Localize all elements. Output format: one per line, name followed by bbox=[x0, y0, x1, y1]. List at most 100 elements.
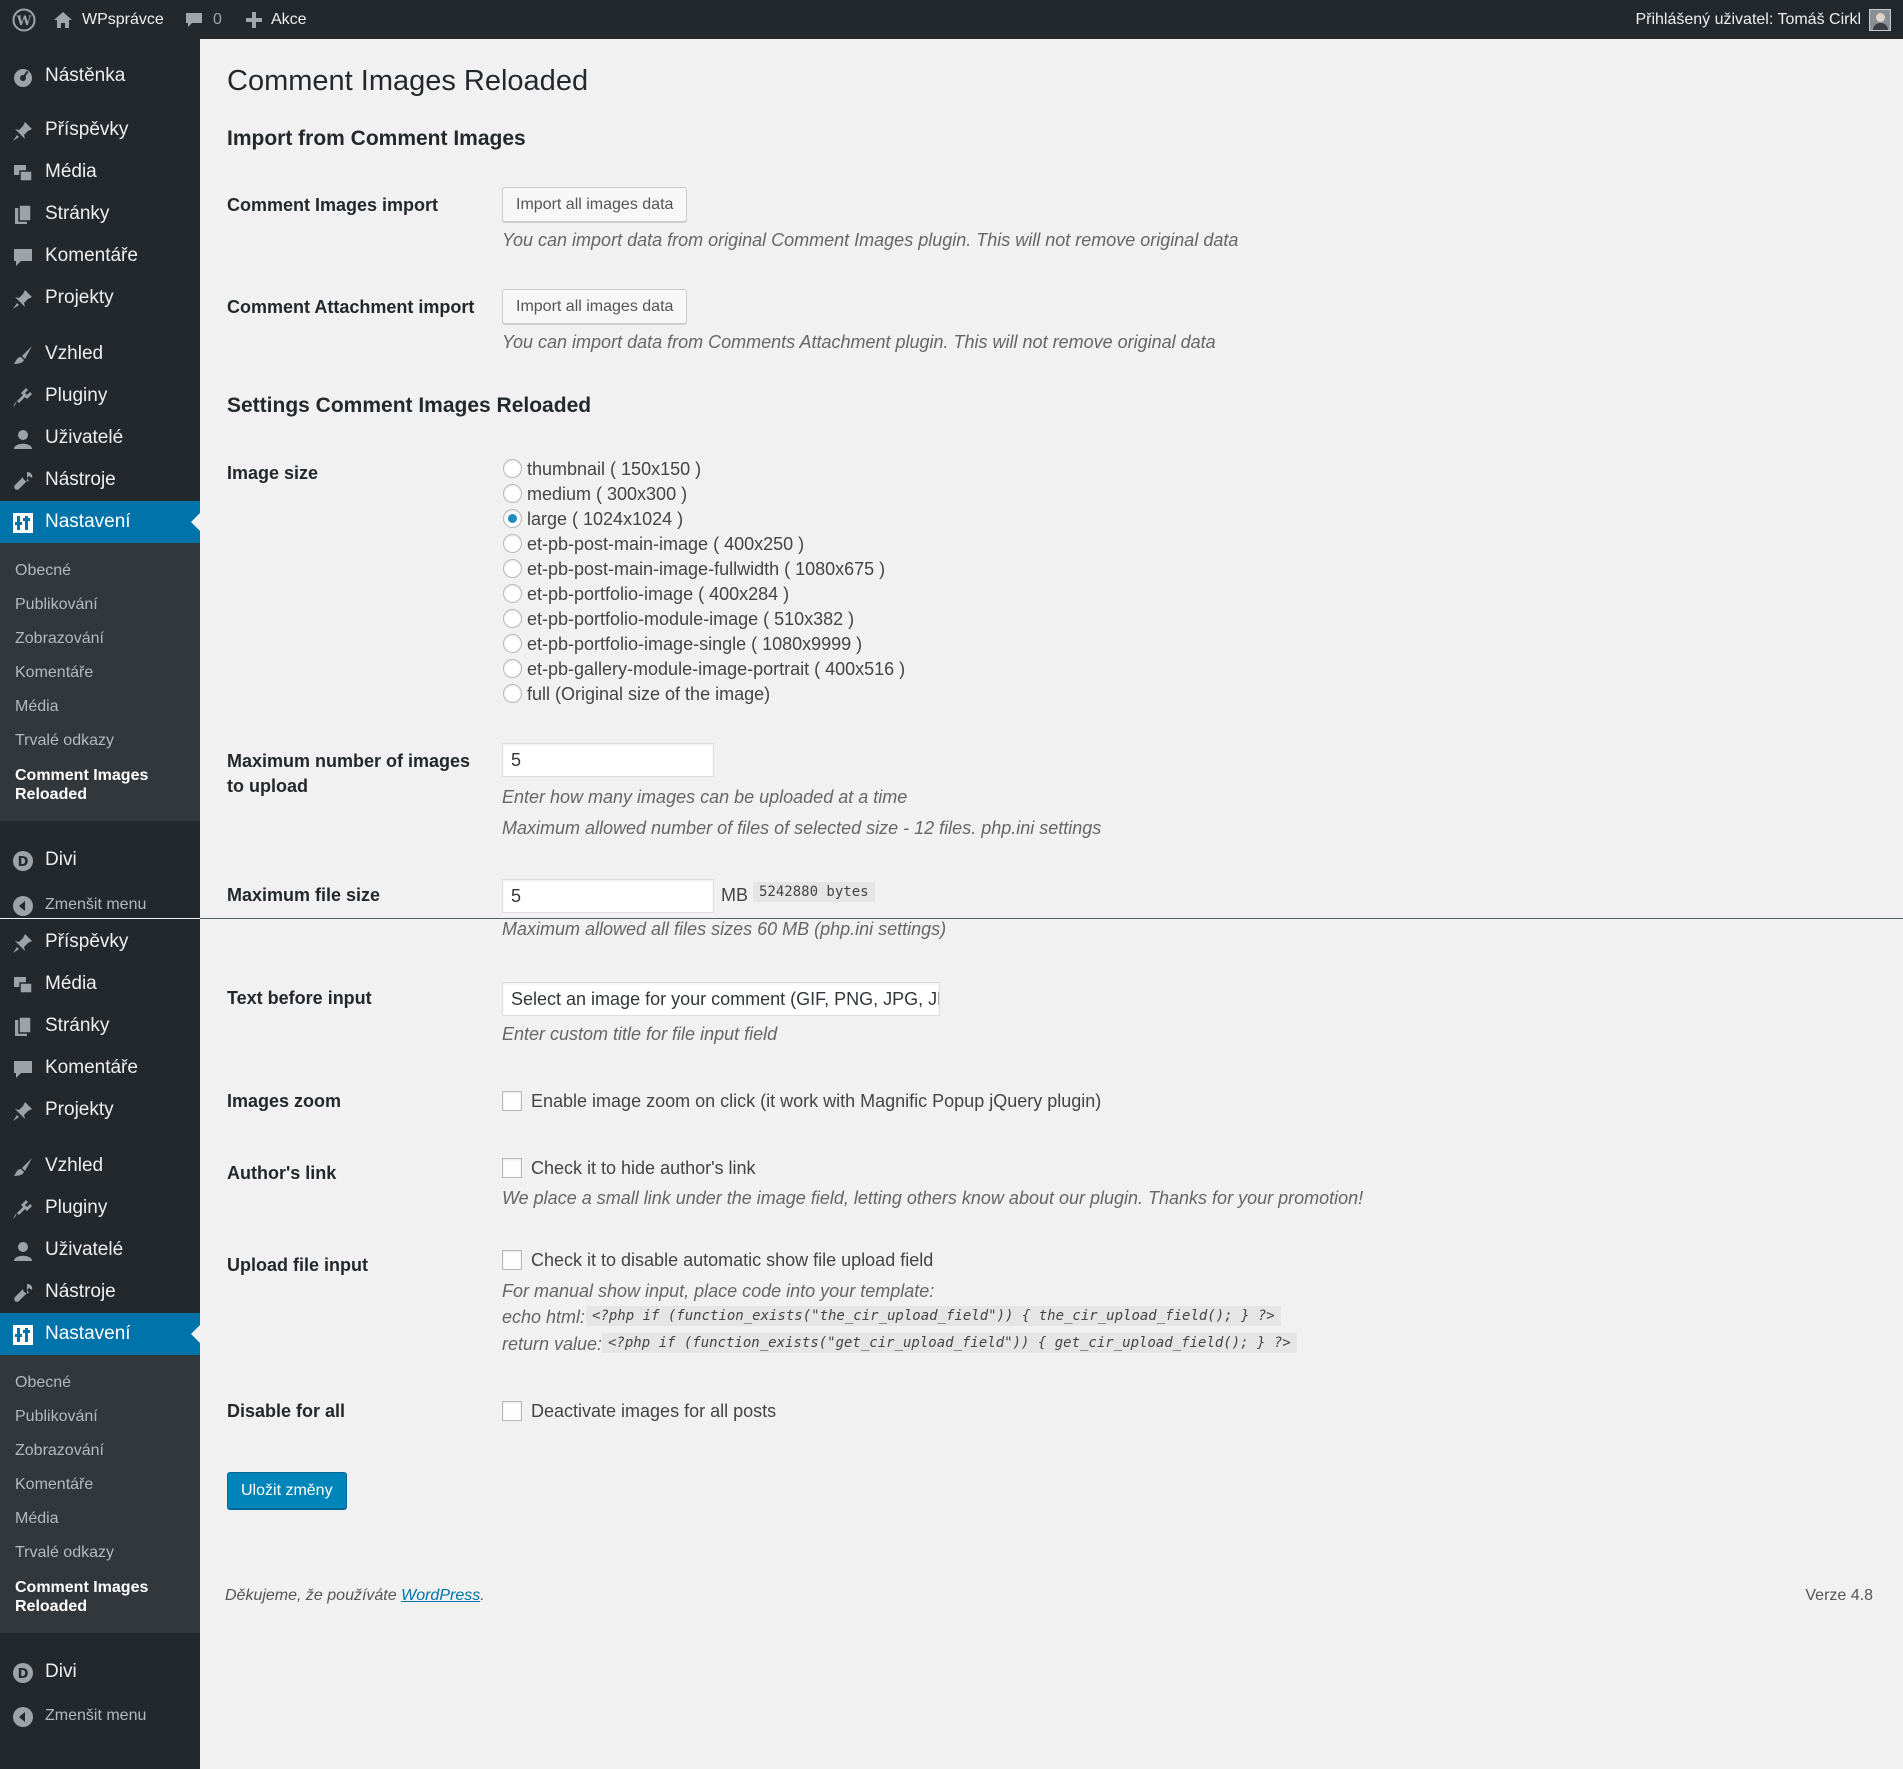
menu-item-appearance[interactable]: Vzhled bbox=[0, 333, 200, 375]
menu-item-divi[interactable]: D Divi bbox=[0, 839, 200, 881]
collapse-menu-button[interactable]: Zmenšit menu bbox=[0, 1695, 200, 1737]
menu-label: Nástroje bbox=[45, 1281, 116, 1302]
image-size-radio[interactable] bbox=[503, 584, 522, 603]
submenu-item-media[interactable]: Média bbox=[15, 698, 59, 716]
menu-item-projects[interactable]: Projekty bbox=[0, 277, 200, 319]
menu-item-divi[interactable]: D Divi bbox=[0, 1651, 200, 1693]
authors-link-label: Author's link bbox=[227, 1163, 337, 1183]
image-size-radio[interactable] bbox=[503, 559, 522, 578]
menu-item-pages[interactable]: Stránky bbox=[0, 193, 200, 235]
submenu-item-comment-images-reloaded[interactable]: Comment Images Reloaded bbox=[15, 766, 185, 804]
ci-import-description: You can import data from original Commen… bbox=[502, 230, 1239, 250]
menu-item-plugins[interactable]: Pluginy bbox=[0, 1187, 200, 1229]
svg-text:D: D bbox=[18, 1667, 29, 1682]
menu-item-pages[interactable]: Stránky bbox=[0, 1005, 200, 1047]
wordpress-logo-icon[interactable]: W bbox=[12, 0, 36, 39]
disable-for-all-checkbox[interactable] bbox=[502, 1401, 522, 1421]
submenu-item-general[interactable]: Obecné bbox=[15, 562, 71, 580]
submenu-item-permalinks[interactable]: Trvalé odkazy bbox=[15, 732, 114, 750]
menu-item-tools[interactable]: Nástroje bbox=[0, 1271, 200, 1313]
site-name-link[interactable]: WPsprávce bbox=[53, 0, 164, 39]
upload-file-input-checkbox[interactable] bbox=[502, 1250, 522, 1270]
comments-link[interactable]: 0 bbox=[184, 0, 222, 39]
submenu-item-writing[interactable]: Publikování bbox=[15, 1408, 98, 1426]
submenu-item-media[interactable]: Média bbox=[15, 1510, 59, 1528]
max-images-description: Enter how many images can be uploaded at… bbox=[502, 787, 908, 807]
plugin-icon bbox=[12, 1198, 34, 1220]
menu-item-users[interactable]: Uživatelé bbox=[0, 1229, 200, 1271]
image-size-radio[interactable] bbox=[503, 459, 522, 478]
import-heading: Import from Comment Images bbox=[227, 127, 526, 150]
menu-item-settings[interactable]: Nastavení bbox=[0, 1313, 200, 1355]
submenu-item-discussion[interactable]: Komentáře bbox=[15, 664, 93, 682]
menu-item-appearance[interactable]: Vzhled bbox=[0, 1145, 200, 1187]
submenu-item-writing[interactable]: Publikování bbox=[15, 596, 98, 614]
submenu-item-reading[interactable]: Zobrazování bbox=[15, 630, 104, 648]
footer-version: Verze 4.8 bbox=[1805, 1587, 1873, 1604]
images-zoom-checkbox[interactable] bbox=[502, 1091, 522, 1111]
image-size-radio[interactable] bbox=[503, 684, 522, 703]
ci-import-button[interactable]: Import all images data bbox=[502, 187, 688, 222]
main-content-bottom: Maximum allowed all files sizes 60 MB (p… bbox=[200, 919, 1903, 1769]
ca-import-label: Comment Attachment import bbox=[227, 297, 475, 317]
footer-thanks: Děkujeme, že používáte WordPress. bbox=[225, 1587, 485, 1605]
image-size-option-label: et-pb-post-main-image ( 400x250 ) bbox=[527, 534, 805, 554]
pages-icon bbox=[12, 1016, 34, 1038]
submenu-item-reading[interactable]: Zobrazování bbox=[15, 1442, 104, 1460]
image-size-label: Image size bbox=[227, 463, 319, 483]
image-size-option-label: et-pb-portfolio-image-single ( 1080x9999… bbox=[527, 634, 863, 654]
menu-label: Stránky bbox=[45, 203, 110, 224]
user-icon bbox=[12, 428, 34, 450]
text-before-description: Enter custom title for file input field bbox=[502, 1024, 778, 1044]
user-account-link[interactable]: Přihlášený uživatel: Tomáš Cirkl bbox=[1635, 0, 1891, 39]
submenu-item-permalinks[interactable]: Trvalé odkazy bbox=[15, 1544, 114, 1562]
menu-item-settings[interactable]: Nastavení bbox=[0, 501, 200, 543]
image-size-radio[interactable] bbox=[503, 659, 522, 678]
authors-link-checkbox[interactable] bbox=[502, 1158, 522, 1178]
plus-icon bbox=[246, 11, 262, 28]
pushpin-icon bbox=[12, 932, 34, 954]
menu-item-media[interactable]: Média bbox=[0, 151, 200, 193]
collapse-arrow-icon bbox=[12, 1706, 34, 1728]
menu-item-comments[interactable]: Komentáře bbox=[0, 1047, 200, 1089]
media-icon bbox=[12, 162, 34, 184]
echo-html-code: <?php if (function_exists("the_cir_uploa… bbox=[586, 1306, 1281, 1326]
save-changes-button[interactable]: Uložit změny bbox=[227, 1472, 347, 1509]
max-images-input[interactable]: 5 bbox=[502, 743, 714, 777]
image-size-option-label: et-pb-gallery-module-image-portrait ( 40… bbox=[527, 659, 906, 679]
pages-icon bbox=[12, 204, 34, 226]
menu-item-comments[interactable]: Komentáře bbox=[0, 235, 200, 277]
submenu-item-discussion[interactable]: Komentáře bbox=[15, 1476, 93, 1494]
menu-item-posts[interactable]: Příspěvky bbox=[0, 109, 200, 151]
max-file-size-input[interactable]: 5 bbox=[502, 879, 714, 913]
text-before-input[interactable]: Select an image for your comment (GIF, P… bbox=[502, 982, 940, 1016]
return-value-label: return value: bbox=[502, 1334, 603, 1354]
menu-label: Zmenšit menu bbox=[45, 896, 147, 913]
menu-label: Divi bbox=[45, 1661, 77, 1682]
settings-submenu: Obecné Publikování Zobrazování Komentáře… bbox=[0, 1355, 200, 1633]
collapse-arrow-icon bbox=[12, 895, 34, 917]
menu-item-tools[interactable]: Nástroje bbox=[0, 459, 200, 501]
image-size-radio[interactable] bbox=[503, 509, 522, 528]
image-size-radio[interactable] bbox=[503, 634, 522, 653]
image-size-radio[interactable] bbox=[503, 534, 522, 553]
menu-label: Vzhled bbox=[45, 343, 104, 364]
wordpress-link[interactable]: WordPress bbox=[401, 1587, 480, 1604]
image-size-option-label: thumbnail ( 150x150 ) bbox=[527, 459, 702, 479]
ca-import-button[interactable]: Import all images data bbox=[502, 289, 688, 324]
menu-item-posts[interactable]: Příspěvky bbox=[0, 921, 200, 963]
submenu-item-comment-images-reloaded[interactable]: Comment Images Reloaded bbox=[15, 1578, 185, 1616]
menu-item-dashboard[interactable]: Nástěnka bbox=[0, 55, 200, 97]
menu-item-projects[interactable]: Projekty bbox=[0, 1089, 200, 1131]
upload-file-input-description: For manual show input, place code into y… bbox=[502, 1281, 935, 1301]
submenu-item-general[interactable]: Obecné bbox=[15, 1374, 71, 1392]
new-content-label: Akce bbox=[271, 10, 307, 28]
menu-item-users[interactable]: Uživatelé bbox=[0, 417, 200, 459]
menu-item-plugins[interactable]: Pluginy bbox=[0, 375, 200, 417]
menu-label: Nástěnka bbox=[45, 65, 126, 86]
image-size-radio[interactable] bbox=[503, 484, 522, 503]
menu-item-media[interactable]: Média bbox=[0, 963, 200, 1005]
image-size-radio[interactable] bbox=[503, 609, 522, 628]
new-content-link[interactable]: Akce bbox=[246, 0, 307, 39]
menu-label: Projekty bbox=[45, 287, 114, 308]
